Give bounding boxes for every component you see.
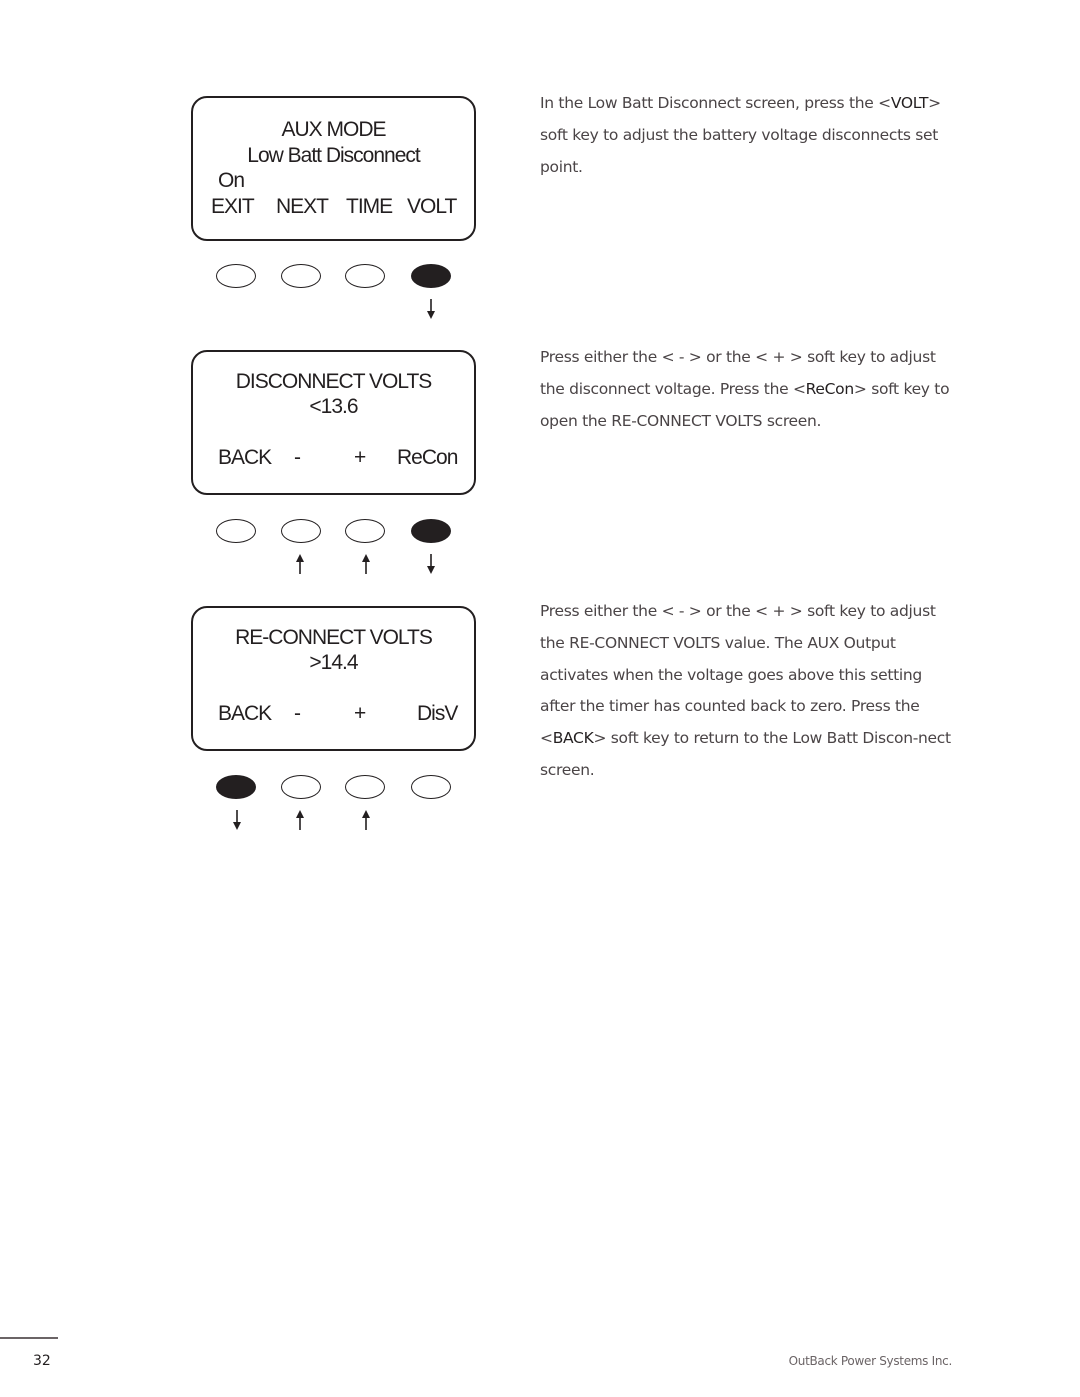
disconnect-value: <13.6	[309, 395, 358, 418]
instruction-paragraph-2: Press either the < - > or the < + > soft…	[540, 342, 960, 437]
screen-subtitle: Low Batt Disconnect	[247, 144, 420, 167]
softkey-button-2[interactable]	[281, 775, 321, 799]
lcd-screen-reconnect-volts: RE-CONNECT VOLTS >14.4 BACK - + DisV	[191, 606, 476, 751]
paragraph-text: Press either the < - > or the < + > soft…	[540, 602, 936, 748]
softkey-name: BACK	[552, 729, 594, 748]
screen-status: On	[218, 169, 245, 192]
softkey-button-2[interactable]	[281, 519, 321, 543]
softkey-button-4-pressed[interactable]	[411, 264, 451, 288]
softkey-row-1	[191, 264, 476, 294]
softkey-name: VOLT	[890, 94, 929, 112]
softkey-button-4-pressed[interactable]	[411, 519, 451, 543]
reconnect-value: >14.4	[309, 651, 358, 674]
lcd-screen-aux-mode: AUX MODE Low Batt Disconnect On EXIT NEX…	[191, 96, 476, 241]
screen-title: AUX MODE	[281, 118, 386, 141]
softkey-label-minus: -	[294, 446, 301, 469]
screen-title: RE-CONNECT VOLTS	[235, 626, 433, 649]
softkey-label-exit: EXIT	[211, 195, 255, 218]
softkey-row-3	[191, 775, 476, 805]
arrow-down-icon	[233, 810, 241, 830]
instruction-paragraph-3: Press either the < - > or the < + > soft…	[540, 596, 960, 787]
softkey-label-back: BACK	[218, 702, 272, 725]
arrow-up-icon	[296, 554, 304, 574]
softkey-label-recon: ReCon	[397, 446, 458, 469]
arrow-up-icon	[362, 810, 370, 830]
softkey-label-volt: VOLT	[407, 195, 457, 218]
softkey-label-minus: -	[294, 702, 301, 725]
softkey-button-1[interactable]	[216, 519, 256, 543]
softkey-button-3[interactable]	[345, 519, 385, 543]
softkey-label-back: BACK	[218, 446, 272, 469]
arrow-up-icon	[362, 554, 370, 574]
softkey-label-time: TIME	[346, 195, 393, 218]
softkey-button-3[interactable]	[345, 264, 385, 288]
softkey-button-4[interactable]	[411, 775, 451, 799]
arrow-down-icon	[427, 299, 435, 319]
softkey-name: ReCon	[805, 379, 855, 398]
softkey-button-1[interactable]	[216, 264, 256, 288]
lcd-screen-disconnect-volts: DISCONNECT VOLTS <13.6 BACK - + ReCon	[191, 350, 476, 495]
arrow-down-icon	[427, 554, 435, 574]
softkey-label-plus: +	[354, 446, 366, 469]
page-number: 32	[33, 1353, 51, 1369]
softkey-button-2[interactable]	[281, 264, 321, 288]
screen-title: DISCONNECT VOLTS	[235, 370, 433, 393]
arrow-up-icon	[296, 810, 304, 830]
paragraph-text: In the Low Batt Disconnect screen, press…	[540, 94, 891, 112]
paragraph-text: > soft key to return to the Low Batt Dis…	[540, 729, 951, 779]
softkey-label-next: NEXT	[276, 195, 329, 218]
footer-rule	[0, 1337, 58, 1339]
softkey-row-2	[191, 519, 476, 549]
softkey-label-plus: +	[354, 702, 366, 725]
company-name: OutBack Power Systems Inc.	[788, 1354, 953, 1368]
softkey-button-3[interactable]	[345, 775, 385, 799]
instruction-paragraph-1: In the Low Batt Disconnect screen, press…	[540, 88, 960, 183]
softkey-button-1-pressed[interactable]	[216, 775, 256, 799]
softkey-label-disv: DisV	[417, 702, 458, 725]
